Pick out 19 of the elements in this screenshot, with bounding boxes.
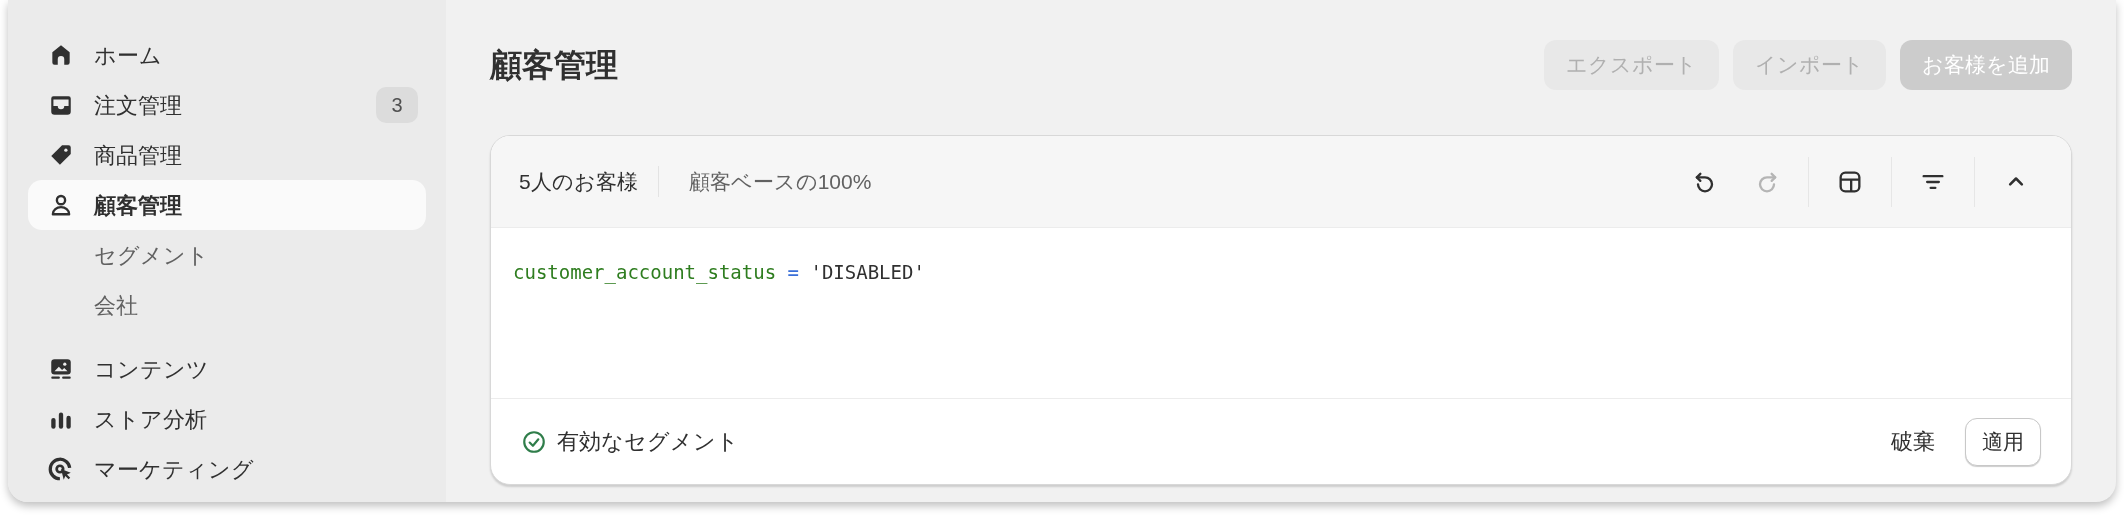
nav-item[interactable]: マーケティング bbox=[28, 444, 426, 494]
nav-item[interactable]: ホーム bbox=[28, 30, 426, 80]
nav-item[interactable]: ストア分析 bbox=[28, 394, 426, 444]
nav-subitem[interactable]: 会社 bbox=[28, 280, 426, 330]
segment-status: 有効なセグメント bbox=[557, 428, 739, 456]
page-title: 顧客管理 bbox=[490, 46, 618, 85]
discard-button[interactable]: 破棄 bbox=[1887, 425, 1939, 458]
base-percentage: 顧客ベースの100% bbox=[657, 165, 872, 198]
image-icon bbox=[48, 356, 74, 382]
apply-button[interactable]: 適用 bbox=[1965, 417, 2041, 466]
nav-item[interactable]: コンテンツ bbox=[28, 344, 426, 394]
nav-item[interactable]: 顧客管理 bbox=[28, 180, 426, 230]
nav-item[interactable]: 商品管理 bbox=[28, 130, 426, 180]
nav-subitem[interactable]: セグメント bbox=[28, 230, 426, 280]
customer-count: 5人のお客様 bbox=[519, 168, 639, 195]
count-badge: 3 bbox=[376, 87, 418, 123]
target-cursor-icon bbox=[48, 456, 74, 482]
query-editor[interactable]: customer_account_status = 'DISABLED' bbox=[491, 228, 2071, 399]
nav-item[interactable]: 注文管理 3 bbox=[28, 80, 426, 130]
